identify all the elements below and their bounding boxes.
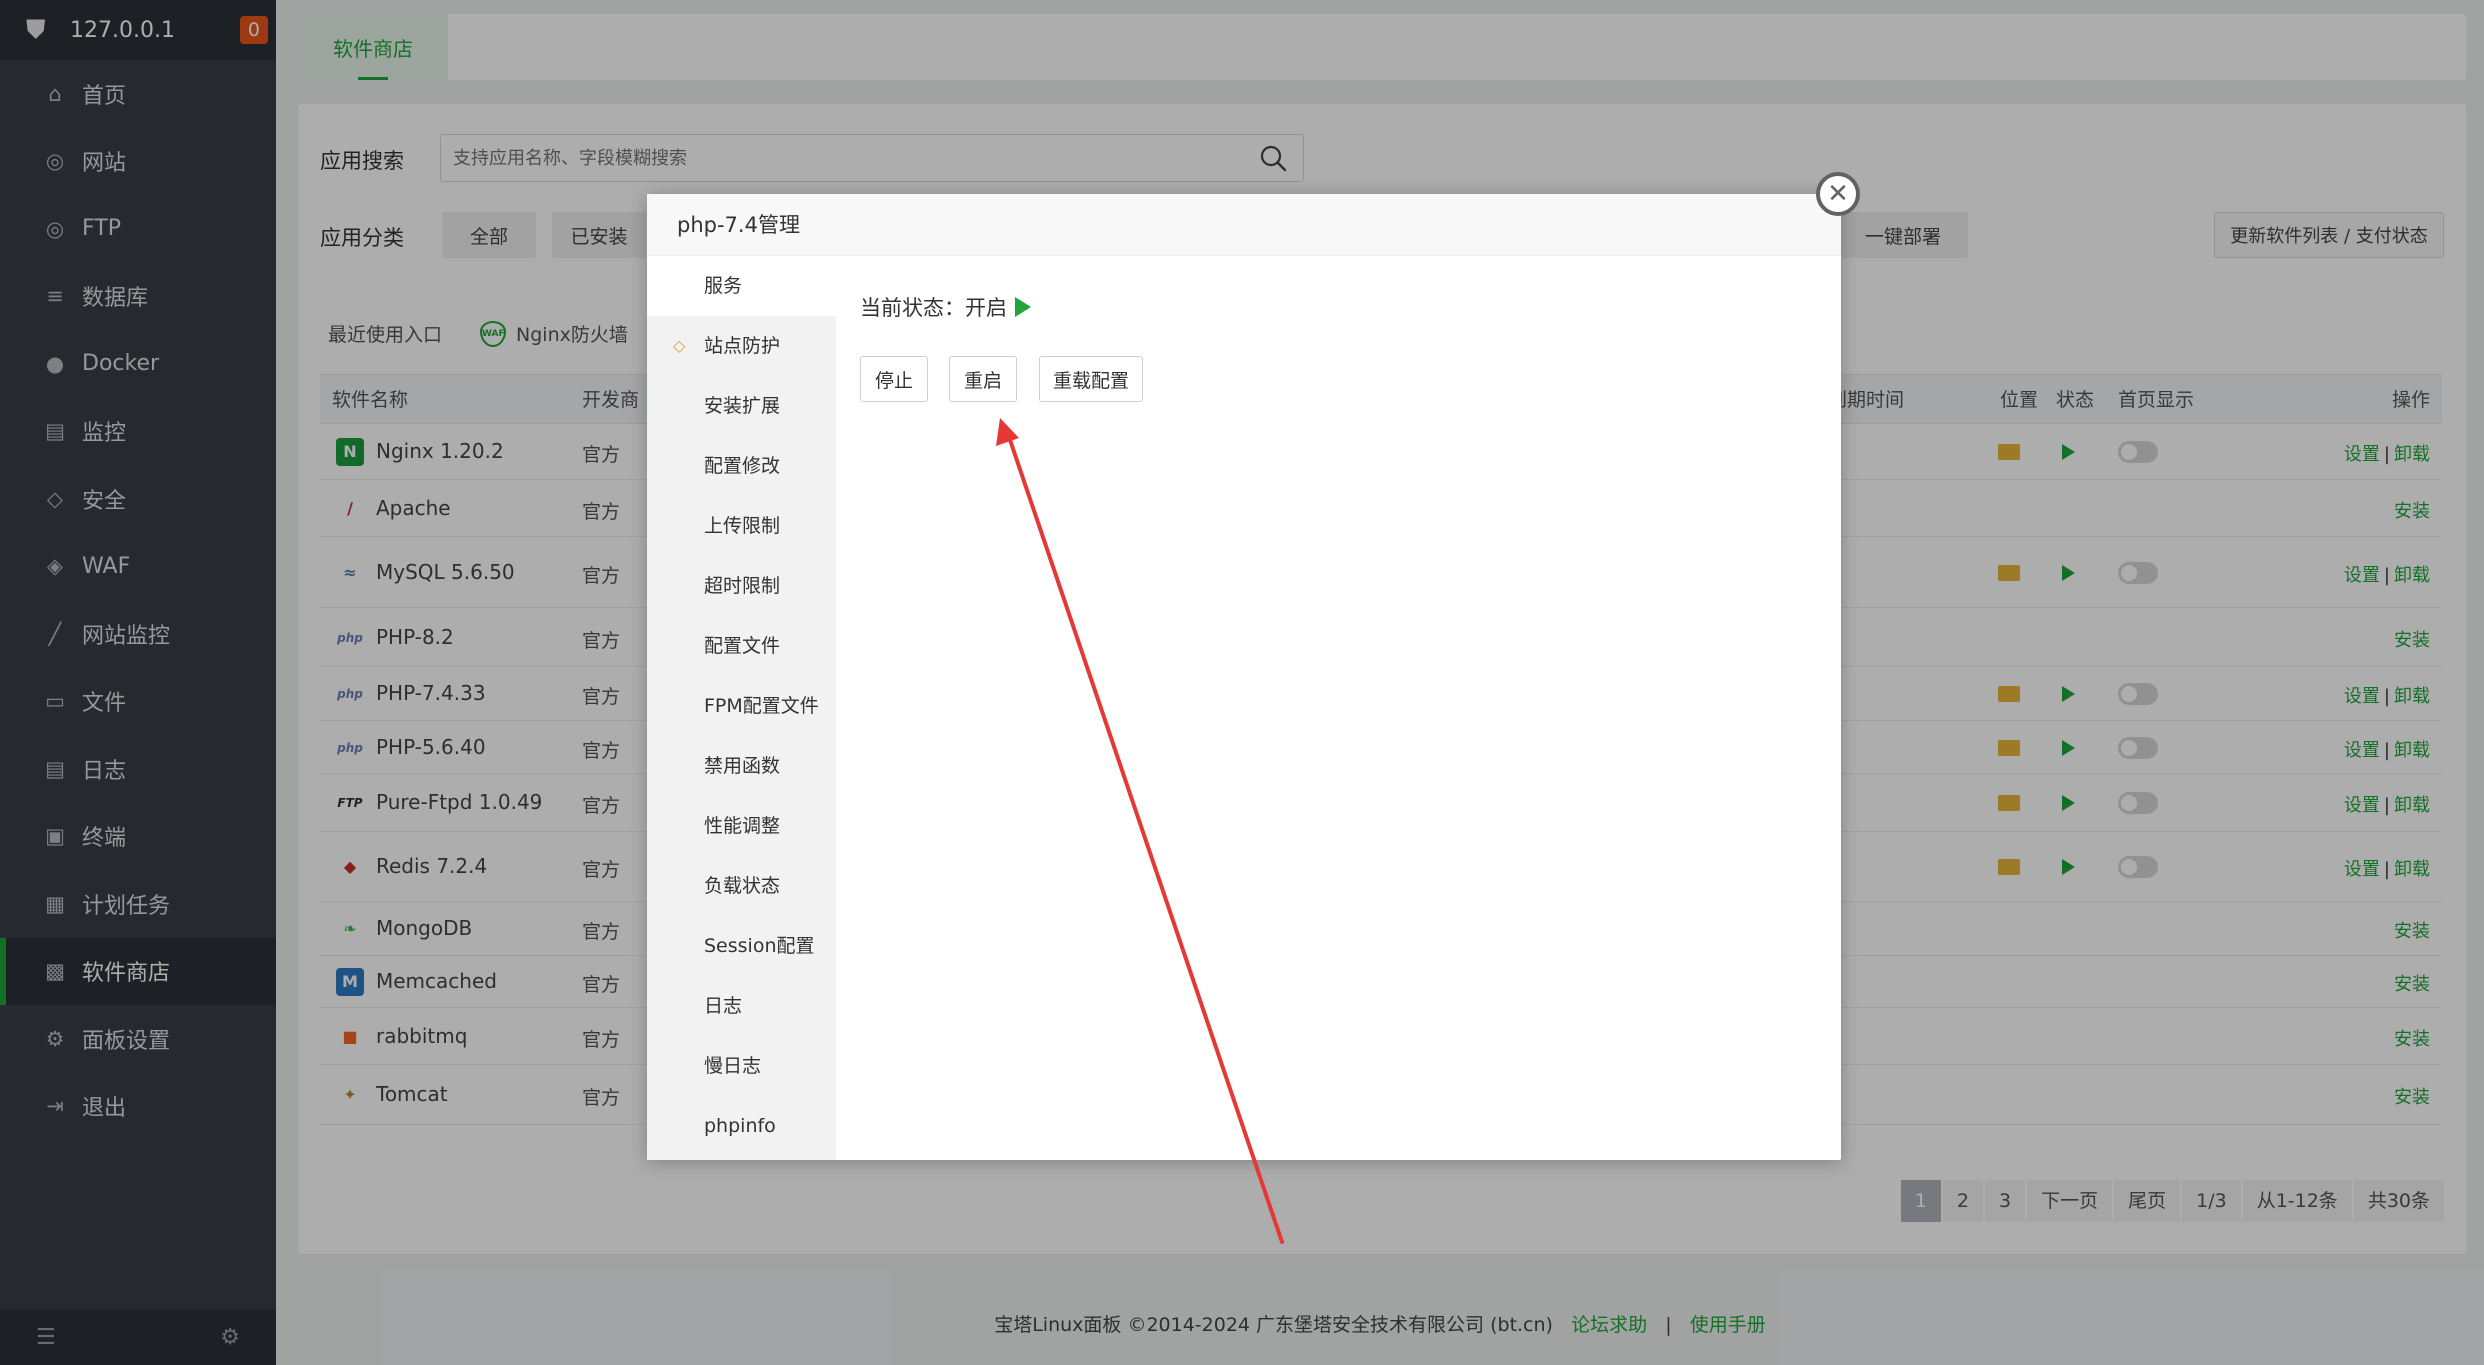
dialog-menu-load-status[interactable]: 负载状态 <box>647 856 836 916</box>
dialog-menu-performance[interactable]: 性能调整 <box>647 796 836 856</box>
dialog-menu-install-extensions[interactable]: 安装扩展 <box>647 376 836 436</box>
dialog-menu: 服务 ◇ 站点防护 安装扩展 配置修改 上传限制 超时限制 配置文件 FPM配置文… <box>647 256 836 1160</box>
diamond-icon: ◇ <box>673 336 686 355</box>
dialog-menu-upload-limit[interactable]: 上传限制 <box>647 496 836 556</box>
dialog-menu-phpinfo[interactable]: phpinfo <box>647 1096 836 1156</box>
restart-button[interactable]: 重启 <box>949 356 1017 402</box>
dialog-menu-site-protection[interactable]: ◇ 站点防护 <box>647 316 836 376</box>
dialog-menu-session-config[interactable]: Session配置 <box>647 916 836 976</box>
dialog-menu-config-edit[interactable]: 配置修改 <box>647 436 836 496</box>
dialog-menu-service[interactable]: 服务 <box>647 256 836 316</box>
dialog-menu-slow-log[interactable]: 慢日志 <box>647 1036 836 1096</box>
dialog-menu-disabled-functions[interactable]: 禁用函数 <box>647 736 836 796</box>
dialog-menu-log[interactable]: 日志 <box>647 976 836 1036</box>
running-play-icon <box>1015 297 1031 317</box>
dialog-close-button[interactable]: ✕ <box>1816 172 1860 216</box>
dialog-menu-fpm-config[interactable]: FPM配置文件 <box>647 676 836 736</box>
dialog-body: 当前状态：开启 停止 重启 重载配置 <box>836 256 1841 1160</box>
dialog-menu-config-file[interactable]: 配置文件 <box>647 616 836 676</box>
reload-config-button[interactable]: 重载配置 <box>1039 356 1143 402</box>
dialog-menu-timeout-limit[interactable]: 超时限制 <box>647 556 836 616</box>
service-status: 当前状态：开启 <box>860 292 1031 322</box>
stop-button[interactable]: 停止 <box>860 356 928 402</box>
php-manager-dialog: php-7.4管理 服务 ◇ 站点防护 安装扩展 配置修改 上传限制 超时限制 配… <box>647 194 1841 1160</box>
status-text: 当前状态：开启 <box>860 296 1007 320</box>
dialog-title: php-7.4管理 <box>647 194 1841 256</box>
